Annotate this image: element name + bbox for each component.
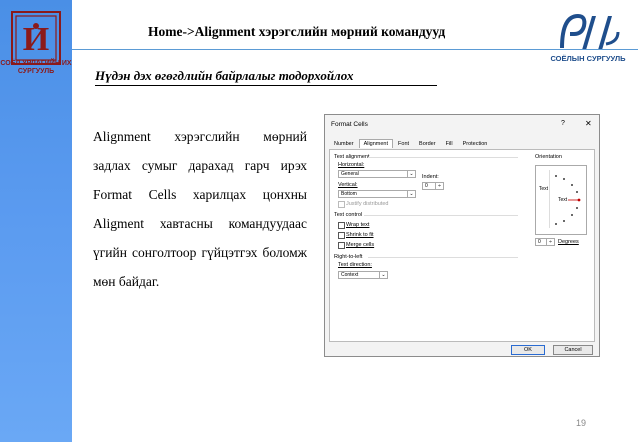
horizontal-value: General — [341, 171, 359, 177]
degrees-label: Degrees — [558, 239, 579, 245]
dropdown-arrow-icon: ⌄ — [407, 191, 415, 197]
orientation-dial-icon[interactable] — [550, 168, 586, 232]
text-control-heading: Text control — [334, 212, 363, 218]
tab-fill[interactable]: Fill — [441, 139, 458, 149]
right-institution-logo-icon — [560, 13, 620, 50]
tab-protection[interactable]: Protection — [458, 139, 493, 149]
rtl-heading: Right-to-left — [334, 254, 363, 260]
slide-subtitle: Нүдэн дэх өгөгдлийн байрлалыг тодорхойло… — [95, 68, 437, 86]
dialog-tabs: Number Alignment Font Border Fill Protection — [329, 139, 492, 149]
justify-distributed-label: Justify distributed — [346, 201, 389, 207]
horizontal-label: Horizontal: — [338, 162, 365, 168]
vertical-value: Bottom — [341, 191, 357, 197]
dropdown-arrow-icon: ⌄ — [407, 171, 415, 177]
indent-spinner[interactable]: 0 ÷ — [422, 182, 444, 190]
degrees-spinner[interactable]: 0 ÷ — [535, 238, 555, 246]
slide-title: Home->Alignment хэрэгслийн мөрний команд… — [148, 24, 446, 39]
ok-button[interactable]: OK — [511, 345, 545, 355]
vertical-select[interactable]: Bottom ⌄ — [338, 190, 416, 198]
cancel-button[interactable]: Cancel — [553, 345, 593, 355]
text-alignment-heading: Text alignment — [334, 154, 370, 160]
tab-number[interactable]: Number — [329, 139, 359, 149]
dropdown-arrow-icon: ⌄ — [379, 272, 387, 278]
wrap-text-checkbox[interactable] — [338, 222, 345, 229]
spinner-arrow-icon: ÷ — [435, 183, 443, 189]
group-divider — [364, 215, 518, 216]
merge-cells-checkbox[interactable] — [338, 242, 345, 249]
orientation-box: Text Text — [535, 165, 587, 235]
body-paragraph: Alignment хэрэгслийн мөрний задлах сумыг… — [93, 129, 307, 289]
page-number: 19 — [576, 418, 587, 428]
help-button[interactable]: ? — [561, 120, 565, 127]
dialog-title: Format Cells — [331, 121, 368, 128]
merge-cells-label: Merge cells — [346, 242, 375, 248]
close-button[interactable]: ✕ — [585, 119, 592, 128]
indent-label: Indent: — [422, 174, 439, 180]
format-cells-dialog: Format Cells ? ✕ Number Alignment Font Bord… — [324, 114, 600, 357]
justify-distributed-checkbox[interactable] — [338, 201, 345, 208]
group-divider — [368, 157, 518, 158]
shrink-to-fit-label: Shrink to fit — [346, 232, 374, 238]
alignment-panel: Text alignment Horizontal: General ⌄ Ind… — [329, 149, 595, 342]
indent-value: 0 — [425, 183, 428, 189]
tab-font[interactable]: Font — [393, 139, 414, 149]
right-logo-text: СОЁЛЫН СУРГУУЛЬ — [550, 54, 626, 63]
text-direction-value: Context — [341, 272, 359, 278]
vertical-label: Vertical: — [338, 182, 358, 188]
text-direction-label: Text direction: — [338, 262, 372, 268]
shrink-to-fit-checkbox[interactable] — [338, 232, 345, 239]
group-divider — [368, 257, 518, 258]
tab-alignment[interactable]: Alignment — [358, 139, 394, 148]
wrap-text-label: Wrap text — [346, 222, 370, 228]
horizontal-select[interactable]: General ⌄ — [338, 170, 416, 178]
text-direction-select[interactable]: Context ⌄ — [338, 271, 388, 279]
header-rule — [72, 49, 638, 50]
degrees-value: 0 — [538, 239, 541, 245]
orientation-text-label: Text — [558, 197, 568, 203]
tab-border[interactable]: Border — [414, 139, 441, 149]
orientation-heading: Orientation — [535, 154, 562, 160]
spinner-arrow-icon: ÷ — [546, 239, 554, 245]
left-logo-text: СОЁЛ УРЛАГИЙН ИХ СУРГУУЛЬ — [0, 60, 72, 75]
vertical-text-orientation[interactable]: Text — [538, 170, 550, 228]
